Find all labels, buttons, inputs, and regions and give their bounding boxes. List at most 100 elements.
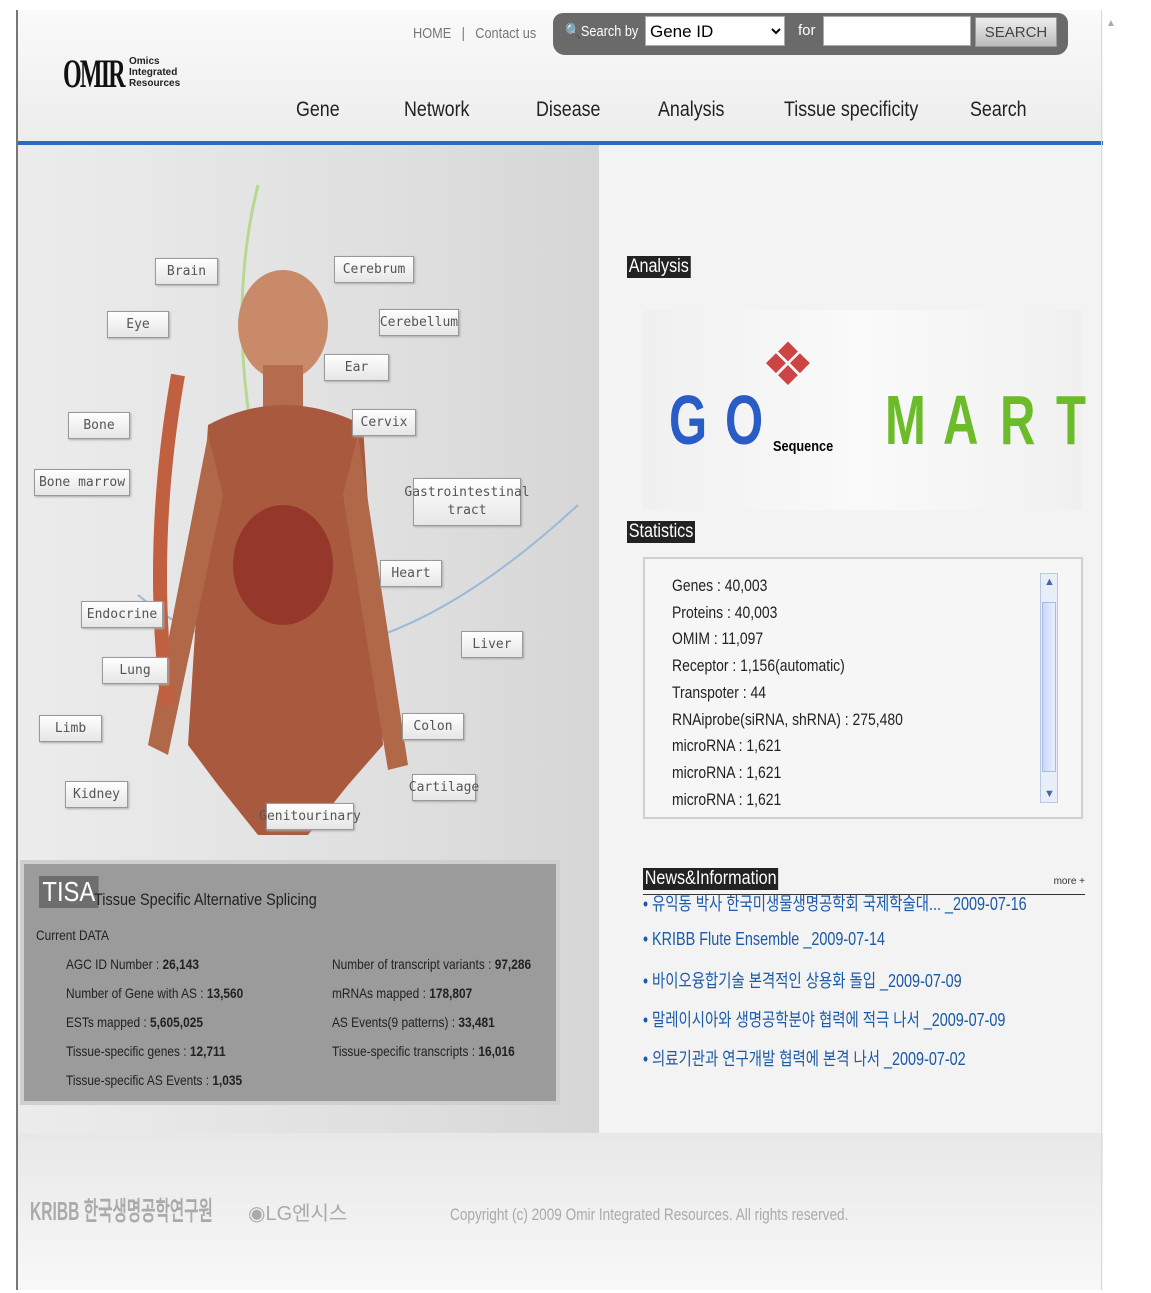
right-panel: Analysis G O ❖ Sequence M A R T Statisti… (599, 145, 1103, 1133)
scroll-down-icon[interactable]: ▼ (1044, 788, 1055, 800)
lg-icon: ◉ (248, 1203, 266, 1225)
organ-heart[interactable]: Heart (380, 560, 442, 587)
sequence-label[interactable]: Sequence (773, 438, 833, 455)
stat-label: Tissue-specific transcripts : (332, 1043, 479, 1059)
analysis-title: Analysis (627, 256, 691, 278)
separator: | (461, 25, 465, 42)
nav-tissue-specificity[interactable]: Tissue specificity (784, 98, 918, 122)
stat-item: RNAiprobe(siRNA, shRNA) : 275,480 (672, 709, 903, 729)
organ-brain[interactable]: Brain (155, 258, 218, 285)
letter-t[interactable]: T (1056, 380, 1086, 460)
stat-label: mRNAs mapped : (332, 985, 430, 1001)
statistics-title: Statistics (627, 521, 696, 543)
stat-label: ESTs mapped : (66, 1014, 151, 1030)
stat-value: 178,807 (429, 985, 473, 1001)
organ-cerebrum[interactable]: Cerebrum (334, 256, 414, 283)
logo-text: OMIR (63, 51, 126, 96)
search-by-text: Search by (580, 23, 639, 40)
news-item-text[interactable]: 바이오융합기술 본격적인 상용화 돌입 _2009-07-09 (652, 971, 962, 991)
top-links: HOME | Contact us (413, 25, 536, 42)
stat-item: microRNA : 1,621 (672, 789, 782, 809)
news-item[interactable]: • 바이오융합기술 본격적인 상용화 돌입 _2009-07-09 (643, 967, 962, 993)
letter-o[interactable]: O (725, 380, 763, 460)
organ-liver[interactable]: Liver (461, 631, 523, 658)
organ-kidney[interactable]: Kidney (65, 781, 128, 808)
footer: KRIBB 한국생명공학연구원 ◉LG엔시스 Copyright (c) 200… (18, 1133, 1103, 1290)
nav-gene[interactable]: Gene (296, 98, 340, 122)
search-button[interactable]: SEARCH (975, 17, 1057, 47)
news-item[interactable]: • 의료기관과 연구개발 협력에 본격 나서 _2009-07-02 (643, 1045, 966, 1071)
nav-analysis[interactable]: Analysis (658, 98, 724, 122)
tisa-panel: TISA Tissue Specific Alternative Splicin… (20, 860, 560, 1105)
news-item[interactable]: • KRIBB Flute Ensemble _2009-07-14 (643, 929, 885, 950)
more-link[interactable]: more + (1054, 876, 1085, 887)
page-scrollbar[interactable]: ▲ (1101, 10, 1119, 1290)
news-item[interactable]: • 말레이시아와 생명공학분야 협력에 적극 나서 _2009-07-09 (643, 1006, 1005, 1032)
organ-eye[interactable]: Eye (107, 311, 169, 338)
stat-item: Genes : 40,003 (672, 576, 768, 595)
logo-subtitle: Omics Integrated Resources (129, 56, 180, 89)
tisa-stat: Tissue-specific genes : 12,711 (66, 1043, 226, 1059)
organ-genitourinary[interactable]: Genitourinary (259, 803, 361, 830)
stat-item: microRNA : 1,621 (672, 736, 782, 756)
tisa-stat: ESTs mapped : 5,605,025 (66, 1014, 203, 1030)
stat-item: Receptor : 1,156(automatic) (672, 656, 845, 676)
organ-cartilage[interactable]: Cartilage (409, 774, 479, 801)
stat-label: AGC ID Number : (66, 956, 163, 972)
home-link[interactable]: HOME (413, 25, 451, 42)
organ-colon[interactable]: Colon (402, 713, 464, 740)
scroll-up-icon[interactable]: ▲ (1102, 10, 1119, 37)
scroll-thumb[interactable] (1042, 602, 1056, 772)
tisa-stat: AS Events(9 patterns) : 33,481 (332, 1014, 495, 1030)
stat-value: 12,711 (189, 1043, 226, 1059)
tisa-stat: Number of Gene with AS : 13,560 (66, 985, 243, 1001)
organ-cerebellum[interactable]: Cerebellum (379, 309, 459, 336)
organ-gastrointestinal-tract[interactable]: Gastrointestinal tract (404, 478, 530, 526)
stat-label: Tissue-specific genes : (66, 1043, 190, 1059)
news-item-text[interactable]: 유익동 박사 한국미생물생명공학회 국제학술대... _2009-07-16 (652, 894, 1027, 914)
stat-value: 97,286 (494, 956, 532, 972)
stat-value: 5,605,025 (150, 1014, 203, 1030)
news-item-text[interactable]: 말레이시아와 생명공학분야 협력에 적극 나서 _2009-07-09 (652, 1010, 1005, 1030)
dna-icon: ❖ (761, 331, 815, 398)
tisa-stat: mRNAs mapped : 178,807 (332, 985, 472, 1001)
lg-text: LG엔시스 (265, 1203, 348, 1225)
stat-value: 33,481 (458, 1014, 495, 1030)
organ-bone-marrow[interactable]: Bone marrow (34, 469, 130, 496)
tisa-logo[interactable]: TISA (39, 876, 99, 908)
nav-network[interactable]: Network (404, 98, 469, 122)
page-frame: OMIR Omics Integrated Resources HOME | C… (16, 10, 1103, 1290)
logo-sub-line: Resources (129, 78, 181, 89)
analysis-banner[interactable]: G O ❖ Sequence M A R T (643, 310, 1086, 510)
omir-logo[interactable]: OMIR Omics Integrated Resources (63, 50, 180, 97)
stat-label: Tissue-specific AS Events : (66, 1072, 213, 1088)
copyright: Copyright (c) 2009 Omir Integrated Resou… (450, 1205, 849, 1224)
news-item-text[interactable]: KRIBB Flute Ensemble _2009-07-14 (652, 929, 885, 949)
contact-link[interactable]: Contact us (475, 25, 536, 42)
organ-limb[interactable]: Limb (39, 715, 102, 742)
letter-a[interactable]: A (943, 380, 978, 460)
letter-r[interactable]: R (1000, 380, 1035, 460)
news-title: News&Information (643, 868, 779, 890)
news-item[interactable]: • 유익동 박사 한국미생물생명공학회 국제학술대... _2009-07-16 (643, 890, 1027, 916)
tisa-stat: Tissue-specific transcripts : 16,016 (332, 1043, 515, 1059)
statistics-scrollbar[interactable]: ▲ ▼ (1040, 573, 1058, 803)
letter-g[interactable]: G (669, 380, 707, 460)
stat-value: 26,143 (162, 956, 199, 972)
lg-logo: ◉LG엔시스 (248, 1197, 347, 1226)
organ-bone[interactable]: Bone (68, 412, 130, 439)
tisa-stat: Number of transcript variants : 97,286 (332, 956, 531, 972)
tisa-stat: AGC ID Number : 26,143 (66, 956, 199, 972)
organ-lung[interactable]: Lung (102, 657, 168, 684)
search-type-select[interactable]: Gene ID (645, 16, 785, 46)
search-input[interactable] (823, 16, 971, 46)
nav-disease[interactable]: Disease (536, 98, 600, 122)
nav-search[interactable]: Search (970, 98, 1027, 122)
letter-m[interactable]: M (885, 380, 926, 460)
search-by-label: 🔍Search by (565, 22, 638, 40)
news-item-text[interactable]: 의료기관과 연구개발 협력에 본격 나서 _2009-07-02 (652, 1049, 966, 1069)
organ-endocrine[interactable]: Endocrine (81, 601, 163, 628)
organ-ear[interactable]: Ear (324, 354, 389, 381)
organ-cervix[interactable]: Cervix (352, 409, 416, 436)
scroll-up-icon[interactable]: ▲ (1044, 576, 1055, 588)
